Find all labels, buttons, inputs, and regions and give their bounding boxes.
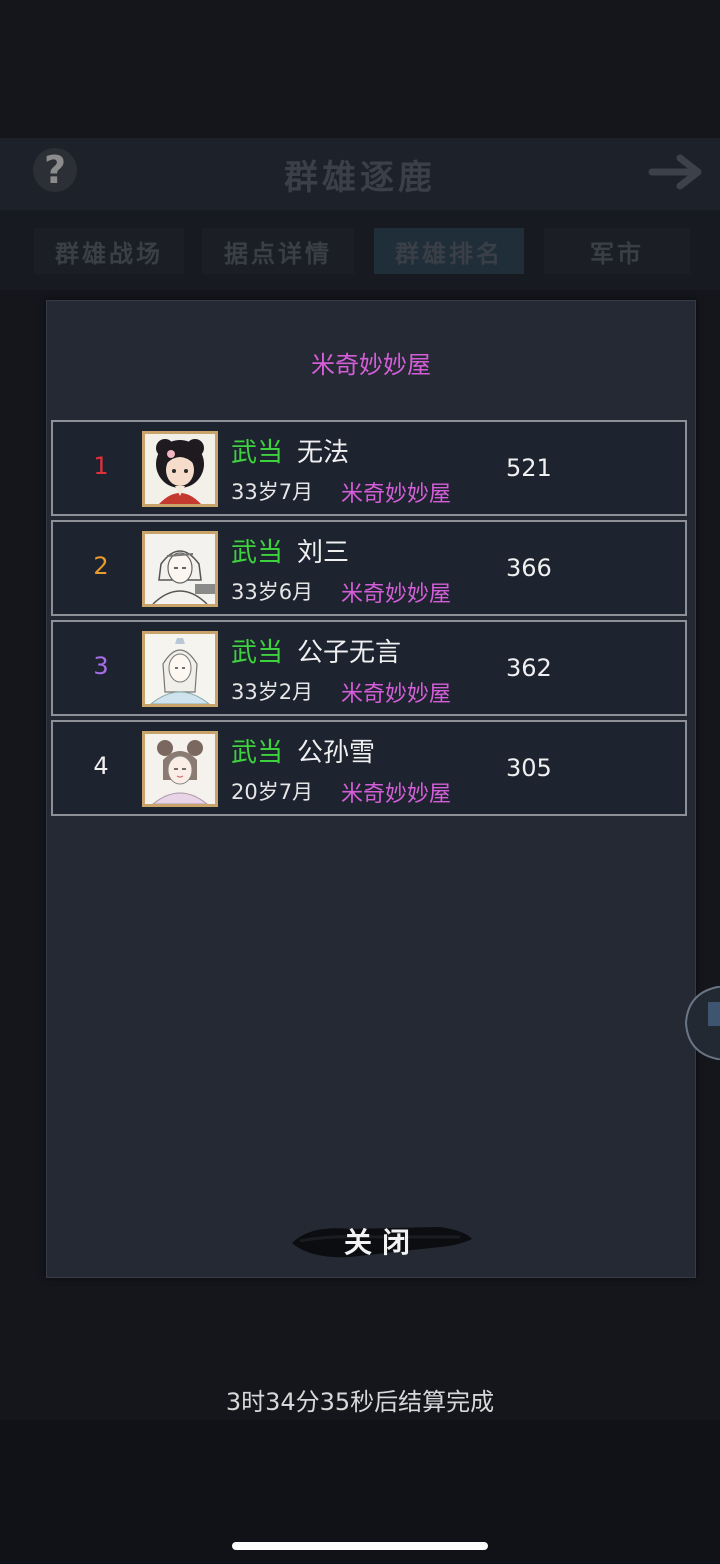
- player-name: 刘三: [297, 538, 350, 568]
- player-age: 33岁6月: [231, 580, 314, 604]
- arrow-right-icon[interactable]: [648, 150, 708, 194]
- page-title: 群雄逐鹿: [284, 158, 436, 198]
- avatar-female-dark-hair-icon: [142, 431, 218, 507]
- side-menu-handle-icon[interactable]: [684, 985, 720, 1061]
- player-name: 公孙雪: [297, 738, 376, 768]
- rank-number: 3: [93, 652, 109, 680]
- close-button[interactable]: 关闭: [290, 1219, 474, 1263]
- ranking-row[interactable]: 3 武当 公子无言 33岁2月 米奇妙妙屋 362: [51, 620, 687, 716]
- player-name: 无法: [297, 438, 350, 468]
- tab-stronghold-details[interactable]: 据点详情: [202, 228, 354, 274]
- ranking-row[interactable]: 2 武当 刘三 33岁6月 米奇妙妙屋 366: [51, 520, 687, 616]
- ranking-row[interactable]: 1 武当 无法 33岁7月 米奇妙妙屋 521: [51, 420, 687, 516]
- guild-name: 米奇妙妙屋: [341, 782, 452, 807]
- settlement-countdown: 3时34分35秒后结算完成: [225, 1388, 495, 1416]
- player-age: 33岁2月: [231, 680, 314, 704]
- sect-label: 武当: [231, 438, 284, 468]
- player-age: 33岁7月: [231, 480, 314, 504]
- player-score: 305: [506, 754, 552, 782]
- sect-label: 武当: [231, 638, 284, 668]
- tab-ranking[interactable]: 群雄排名: [374, 228, 524, 274]
- player-name: 公子无言: [297, 638, 402, 668]
- rank-number: 4: [93, 752, 109, 780]
- ranking-modal: 米奇妙妙屋 1 武当 无法 33岁7月 米奇妙妙屋 521 2 武当 刘三 33…: [46, 300, 696, 1278]
- rank-number: 1: [93, 452, 109, 480]
- player-score: 362: [506, 654, 552, 682]
- modal-title: 米奇妙妙屋: [311, 351, 431, 379]
- home-indicator[interactable]: [232, 1542, 488, 1550]
- player-score: 366: [506, 554, 552, 582]
- avatar-male-scholar-icon: [142, 631, 218, 707]
- guild-name: 米奇妙妙屋: [341, 482, 452, 507]
- sect-label: 武当: [231, 538, 284, 568]
- guild-name: 米奇妙妙屋: [341, 682, 452, 707]
- rank-number: 2: [93, 552, 109, 580]
- tab-market[interactable]: 军市: [544, 228, 690, 274]
- player-score: 521: [506, 454, 552, 482]
- tab-battlefield[interactable]: 群雄战场: [34, 228, 184, 274]
- guild-name: 米奇妙妙屋: [341, 582, 452, 607]
- ranking-row[interactable]: 4 武当 公孙雪 20岁7月 米奇妙妙屋 305: [51, 720, 687, 816]
- avatar-female-sketch-icon: [142, 731, 218, 807]
- sect-label: 武当: [231, 738, 284, 768]
- player-age: 20岁7月: [231, 780, 314, 804]
- avatar-male-sketch-icon: [142, 531, 218, 607]
- close-label: 关闭: [343, 1226, 420, 1259]
